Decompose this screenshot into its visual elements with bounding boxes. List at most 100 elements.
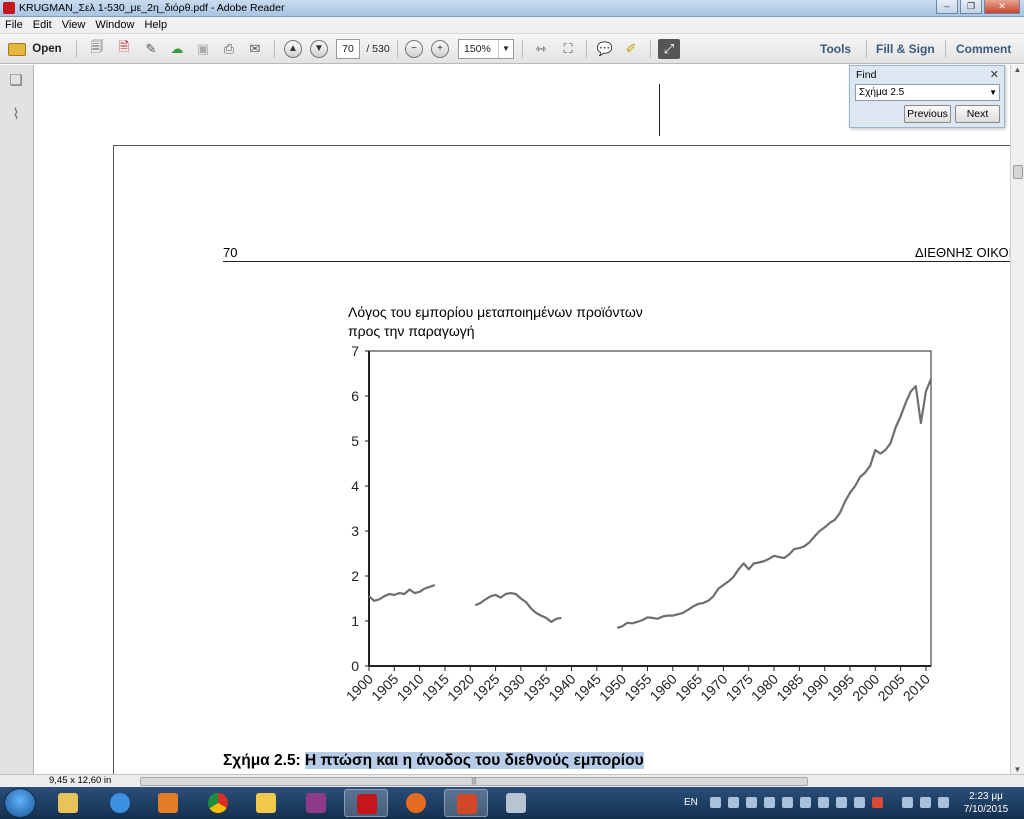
open-button[interactable]: Open (4, 39, 66, 59)
taskbar-window[interactable] (494, 789, 538, 817)
close-window-button[interactable]: ✕ (984, 0, 1020, 14)
scroll-down-icon[interactable]: ▼ (1011, 765, 1024, 774)
zoom-out-button[interactable]: − (404, 39, 424, 59)
find-input[interactable]: Σχήμα 2.5 ▼ (855, 84, 1000, 101)
clock[interactable]: 2:23 μμ 7/10/2015 (958, 790, 1014, 816)
close-icon[interactable]: ✕ (990, 68, 999, 81)
menu-file[interactable]: File (0, 19, 28, 31)
taskbar-mail[interactable] (244, 789, 288, 817)
edit-document-icon[interactable]: ✎ (140, 39, 162, 59)
clock-time: 2:23 μμ (969, 791, 1003, 802)
taskbar-explorer[interactable] (46, 789, 90, 817)
toolbar-divider (274, 40, 275, 58)
create-pdf-icon[interactable]: 🗐 (86, 39, 108, 59)
title-bar: KRUGMAN_Σελ 1-530_με_2η_διόρθ.pdf - Adob… (0, 0, 1024, 17)
y-tick-label: 7 (351, 343, 359, 359)
next-page-button[interactable]: ▼ (309, 39, 329, 59)
navigation-pane: ❏ ⌇ (0, 65, 34, 774)
highlight-icon[interactable]: ✐ (620, 39, 642, 59)
network-icon[interactable] (920, 797, 931, 808)
menu-view[interactable]: View (57, 19, 91, 31)
header-rule (223, 261, 1010, 262)
print-icon[interactable]: ⎙ (218, 39, 240, 59)
page-thumbnails-icon[interactable]: ❏ (8, 71, 24, 89)
tray-icon[interactable] (728, 797, 739, 808)
tray-icon[interactable] (854, 797, 865, 808)
x-tick-label: 1940 (545, 671, 578, 704)
x-tick-label: 1955 (621, 671, 654, 704)
find-next-button[interactable]: Next (955, 105, 1000, 123)
figure-caption: Σχήμα 2.5: Η πτώση και η άνοδος του διεθ… (223, 752, 644, 770)
taskbar-powerpoint[interactable] (444, 789, 488, 817)
toolbar-divider (76, 40, 77, 58)
toolbar-divider (397, 40, 398, 58)
toolbar-divider (522, 40, 523, 58)
fit-width-icon[interactable]: ⇿ (530, 39, 552, 59)
window-title: KRUGMAN_Σελ 1-530_με_2η_διόρθ.pdf - Adob… (19, 2, 285, 14)
zoom-select[interactable]: 150% ▼ (458, 39, 514, 59)
tray-icon[interactable] (818, 797, 829, 808)
vertical-scrollbar[interactable]: ▲ ▼ (1010, 65, 1024, 774)
arrow-down-icon: ▼ (310, 40, 328, 58)
tray-icon[interactable] (800, 797, 811, 808)
x-tick-label: 1915 (419, 671, 452, 704)
chevron-down-icon[interactable]: ▼ (498, 40, 513, 58)
menu-help[interactable]: Help (139, 19, 172, 31)
minimize-button[interactable]: – (936, 0, 958, 14)
taskbar-media-player[interactable] (146, 789, 190, 817)
folder-icon (8, 42, 27, 56)
horizontal-scrollbar[interactable]: ||| (128, 776, 1008, 786)
action-center-flag-icon[interactable] (938, 797, 949, 808)
tray-icon[interactable] (836, 797, 847, 808)
x-tick-label: 1930 (495, 671, 528, 704)
arrow-up-icon: ▲ (284, 40, 302, 58)
volume-icon[interactable] (902, 797, 913, 808)
archive-icon (306, 793, 326, 813)
taskbar-winrar[interactable] (294, 789, 338, 817)
x-tick-label: 2005 (874, 671, 907, 704)
fill-sign-button[interactable]: Fill & Sign (876, 39, 935, 59)
tray-icon[interactable] (710, 797, 721, 808)
previous-page-button[interactable]: ▲ (283, 39, 303, 59)
start-button[interactable] (4, 788, 36, 818)
fullscreen-icon[interactable]: ⤢ (658, 39, 680, 59)
pdf-export-icon[interactable]: 🗎 (113, 39, 135, 59)
x-tick-label: 1905 (368, 671, 401, 704)
taskbar-chrome[interactable] (196, 789, 240, 817)
x-tick-label: 1985 (773, 671, 806, 704)
tools-button[interactable]: Tools (820, 39, 851, 59)
taskbar-internet-explorer[interactable] (98, 789, 142, 817)
y-tick-label: 5 (351, 433, 359, 449)
horizontal-scroll-thumb[interactable]: ||| (140, 777, 808, 786)
sticky-note-icon[interactable]: 💬 (594, 39, 616, 59)
page-gutter-line (659, 84, 660, 136)
comment-button[interactable]: Comment (956, 39, 1011, 59)
tray-icon[interactable] (872, 797, 883, 808)
language-indicator[interactable]: EN (684, 797, 698, 808)
zoom-in-button[interactable]: + (430, 39, 450, 59)
restore-button[interactable]: ❐ (960, 0, 982, 14)
taskbar-adobe-reader[interactable] (344, 789, 388, 817)
vertical-scroll-thumb[interactable] (1013, 165, 1023, 179)
mail-icon (256, 793, 276, 813)
email-icon[interactable]: ✉ (244, 39, 266, 59)
x-tick-label: 1965 (672, 671, 705, 704)
tray-icon[interactable] (746, 797, 757, 808)
save-icon[interactable]: ▣ (192, 39, 214, 59)
upload-cloud-icon[interactable]: ☁ (166, 39, 188, 59)
page-number-input[interactable]: 70 (336, 39, 360, 59)
chevron-down-icon[interactable]: ▼ (989, 85, 997, 100)
scroll-up-icon[interactable]: ▲ (1011, 65, 1024, 74)
find-previous-button[interactable]: Previous (904, 105, 951, 123)
tray-icon[interactable] (764, 797, 775, 808)
fit-page-icon[interactable]: ⛶ (557, 39, 579, 59)
tray-icon[interactable] (782, 797, 793, 808)
y-tick-label: 4 (351, 478, 359, 494)
menu-window[interactable]: Window (90, 19, 139, 31)
menu-edit[interactable]: Edit (28, 19, 57, 31)
taskbar-firefox[interactable] (394, 789, 438, 817)
x-tick-label: 1980 (748, 671, 781, 704)
zoom-value: 150% (464, 43, 491, 55)
attachments-icon[interactable]: ⌇ (8, 105, 24, 123)
document-view[interactable]: 70 ΔΙΕΘΝΗΣ ΟΙΚΟΙ Λόγος του εμπορίου μετα… (35, 65, 1010, 774)
